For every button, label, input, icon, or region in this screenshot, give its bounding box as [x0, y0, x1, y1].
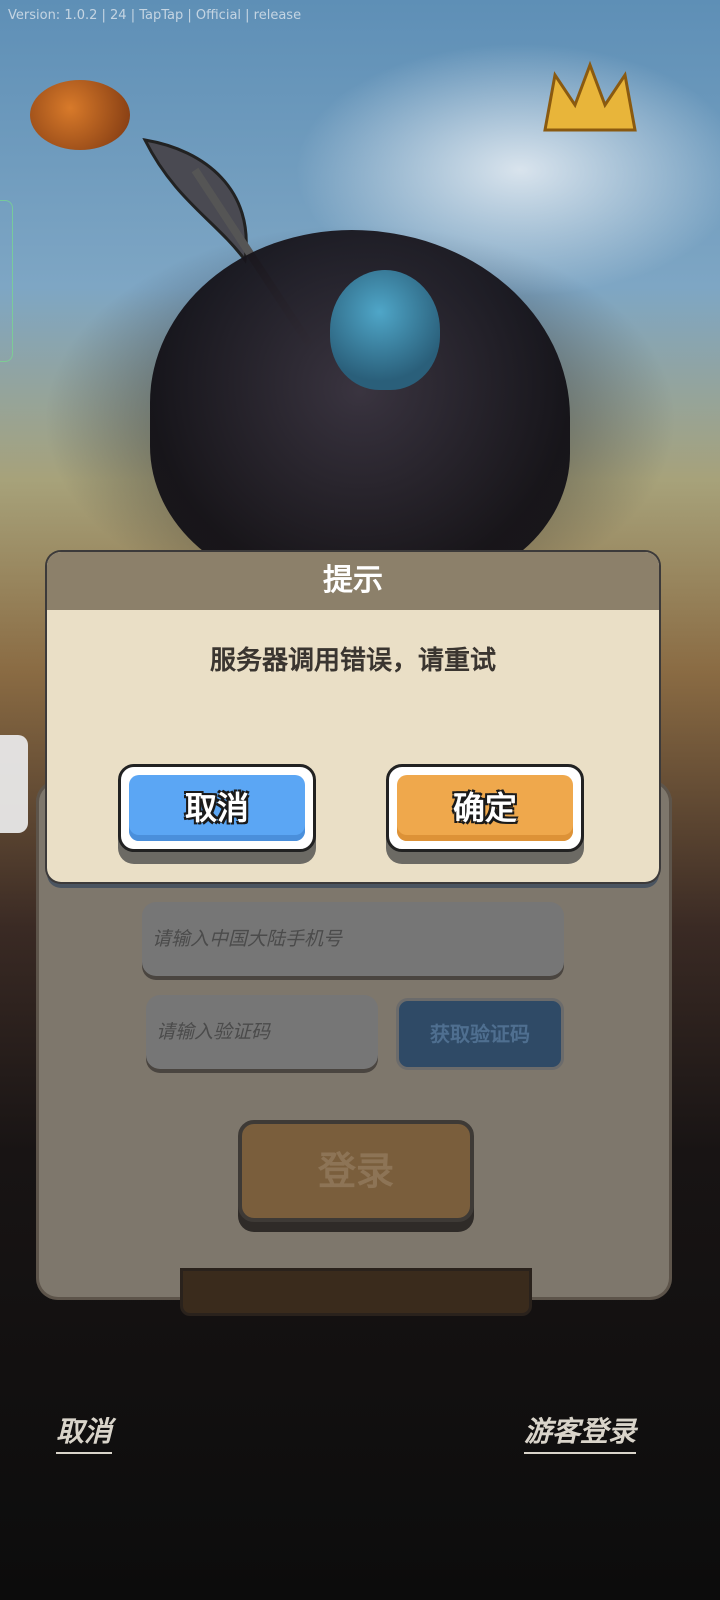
phone-input[interactable]: 请输入中国大陆手机号: [142, 902, 564, 976]
side-edge-indicator: [0, 200, 13, 362]
dialog-cancel-button[interactable]: 取消: [118, 764, 316, 852]
verification-code-input[interactable]: 请输入验证码: [146, 995, 378, 1069]
dialog-ok-label: 确定: [452, 789, 517, 827]
side-floating-tab[interactable]: [0, 735, 28, 833]
login-button[interactable]: 登录: [238, 1120, 474, 1222]
crown-art: [543, 60, 637, 132]
dialog-cancel-label: 取消: [184, 789, 249, 827]
dialog-title: 提示: [323, 563, 383, 598]
phone-placeholder: 请输入中国大陆手机号: [152, 928, 343, 950]
guest-login-link[interactable]: 游客登录: [524, 1410, 637, 1454]
login-label: 登录: [317, 1149, 394, 1193]
get-code-button[interactable]: 获取验证码: [396, 998, 564, 1070]
pumpkin-art: [30, 80, 130, 150]
code-placeholder: 请输入验证码: [156, 1021, 271, 1043]
hero-head-art: [330, 270, 440, 390]
footer-cancel-link[interactable]: 取消: [56, 1410, 113, 1454]
dialog-ok-button[interactable]: 确定: [386, 764, 584, 852]
get-code-label: 获取验证码: [430, 1022, 530, 1046]
dialog-message: 服务器调用错误，请重试: [209, 646, 496, 676]
version-text: Version: 1.0.2 | 24 | TapTap | Official …: [8, 8, 302, 23]
